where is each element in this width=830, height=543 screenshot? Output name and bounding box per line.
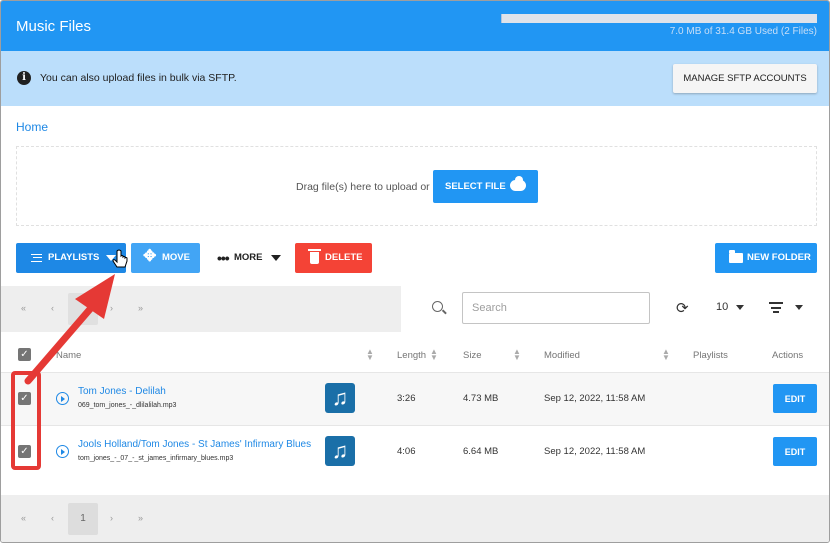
music-files-panel: Music Files 7.0 MB of 31.4 GB Used (2 Fi…	[0, 0, 830, 543]
pointer-cursor-icon	[112, 249, 128, 268]
